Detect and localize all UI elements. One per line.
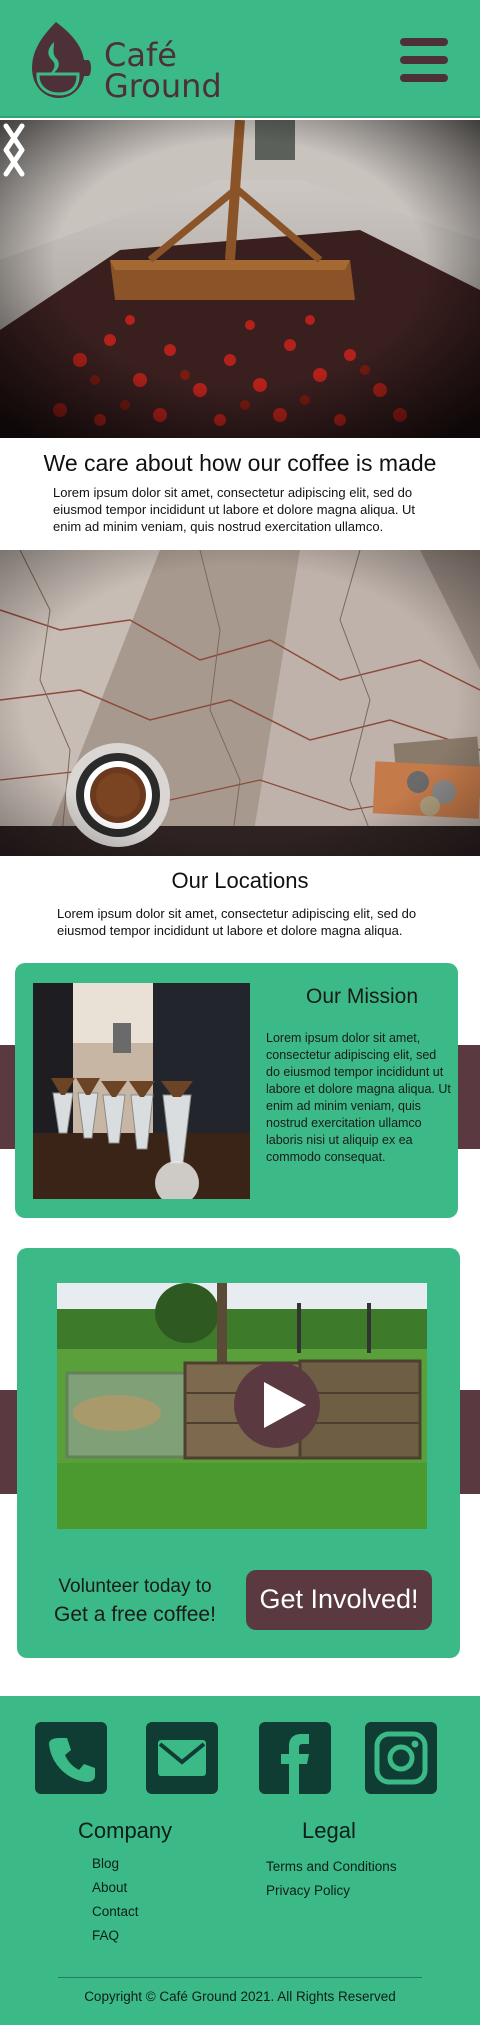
volunteer-line-1: Volunteer today to	[58, 1576, 212, 1597]
footer-link-terms[interactable]: Terms and Conditions	[266, 1859, 397, 1874]
footer-link-contact[interactable]: Contact	[92, 1904, 139, 1919]
intro-heading: We care about how our coffee is made	[43, 450, 437, 476]
map-coffee-image	[0, 550, 480, 856]
mission-heading: Our Mission	[305, 985, 419, 1008]
barista-illustration	[33, 983, 250, 1199]
footer-link-blog[interactable]: Blog	[92, 1856, 119, 1871]
play-triangle-icon	[264, 1382, 306, 1428]
volunteer-line-2: Get a free coffee!	[54, 1603, 216, 1626]
chevron-right-icon[interactable]	[0, 120, 28, 180]
instagram-icon[interactable]	[365, 1722, 437, 1794]
facebook-icon[interactable]	[259, 1722, 331, 1794]
footer-link-about[interactable]: About	[92, 1880, 127, 1895]
play-icon[interactable]	[234, 1362, 320, 1448]
footer-link-faq[interactable]: FAQ	[92, 1928, 119, 1943]
mail-icon[interactable]	[146, 1722, 218, 1794]
get-involved-button[interactable]: Get Involved!	[246, 1570, 432, 1630]
hero-carousel	[0, 120, 480, 438]
hamburger-menu-icon[interactable]	[400, 38, 448, 82]
brand-name[interactable]: Café Ground	[104, 39, 222, 105]
company-heading: Company	[78, 1818, 173, 1843]
footer-divider	[58, 1977, 422, 1978]
locations-heading: Our Locations	[171, 868, 309, 893]
map-illustration	[0, 550, 480, 856]
brand-line-2: Ground	[104, 67, 222, 105]
footer-link-privacy[interactable]: Privacy Policy	[266, 1883, 350, 1898]
mission-image-pour-over	[33, 983, 250, 1199]
coffee-cup-logo-icon[interactable]	[26, 16, 92, 102]
copyright-text: Copyright © Café Ground 2021. All Rights…	[84, 1989, 396, 2004]
volunteer-message: Volunteer today to Get a free coffee!	[30, 1574, 240, 1630]
intro-paragraph: Lorem ipsum dolor sit amet, consectetur …	[53, 485, 416, 534]
locations-paragraph: Lorem ipsum dolor sit amet, consectetur …	[57, 906, 417, 938]
legal-heading: Legal	[302, 1818, 356, 1843]
phone-icon[interactable]	[35, 1722, 107, 1794]
hero-image-coffee-rake	[0, 120, 480, 438]
mission-paragraph: Lorem ipsum dolor sit amet, consectetur …	[266, 1031, 451, 1164]
